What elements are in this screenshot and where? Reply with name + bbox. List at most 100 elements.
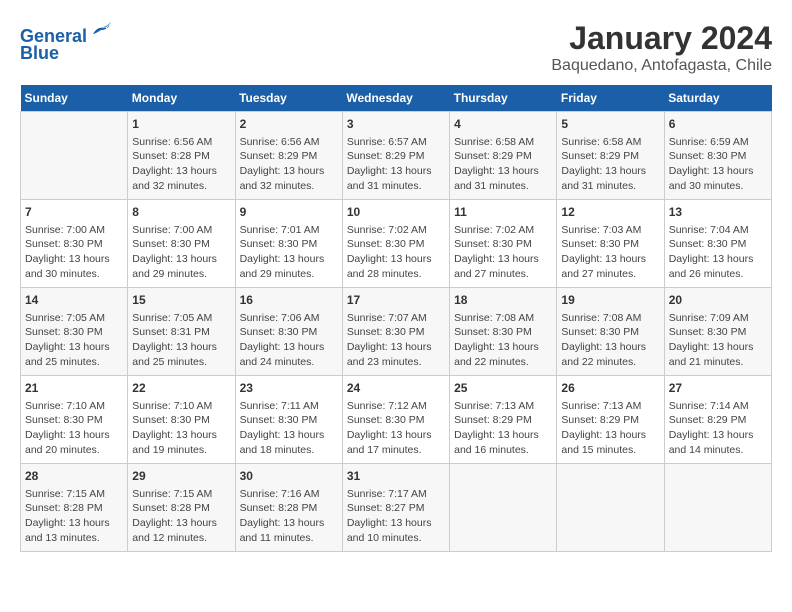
title-block: January 2024 Baquedano, Antofagasta, Chi… [551,20,772,75]
day-number: 21 [25,380,123,397]
day-number: 4 [454,116,552,133]
day-info: Sunrise: 7:02 AM Sunset: 8:30 PM Dayligh… [347,223,445,282]
calendar-cell [664,464,771,552]
calendar-cell: 29 Sunrise: 7:15 AM Sunset: 8:28 PM Dayli… [128,464,235,552]
calendar-cell [557,464,664,552]
column-header-saturday: Saturday [664,85,771,112]
day-info: Sunrise: 7:13 AM Sunset: 8:29 PM Dayligh… [454,399,552,458]
calendar-cell: 24 Sunrise: 7:12 AM Sunset: 8:30 PM Dayli… [342,376,449,464]
day-number: 14 [25,292,123,309]
day-number: 31 [347,468,445,485]
calendar-cell: 9 Sunrise: 7:01 AM Sunset: 8:30 PM Daylig… [235,200,342,288]
day-info: Sunrise: 7:03 AM Sunset: 8:30 PM Dayligh… [561,223,659,282]
day-info: Sunrise: 6:59 AM Sunset: 8:30 PM Dayligh… [669,135,767,194]
calendar-cell: 4 Sunrise: 6:58 AM Sunset: 8:29 PM Daylig… [450,112,557,200]
day-number: 17 [347,292,445,309]
calendar-cell: 1Sunrise: 6:56 AM Sunset: 8:28 PM Daylig… [128,112,235,200]
day-number: 30 [240,468,338,485]
day-number: 18 [454,292,552,309]
calendar-week-5: 28 Sunrise: 7:15 AM Sunset: 8:28 PM Dayli… [21,464,772,552]
day-number: 20 [669,292,767,309]
day-number: 23 [240,380,338,397]
day-number: 6 [669,116,767,133]
calendar-cell: 26Sunrise: 7:13 AM Sunset: 8:29 PM Dayli… [557,376,664,464]
calendar-cell: 2Sunrise: 6:56 AM Sunset: 8:29 PM Daylig… [235,112,342,200]
day-number: 24 [347,380,445,397]
day-info: Sunrise: 7:10 AM Sunset: 8:30 PM Dayligh… [25,399,123,458]
day-info: Sunrise: 7:13 AM Sunset: 8:29 PM Dayligh… [561,399,659,458]
calendar-cell: 16 Sunrise: 7:06 AM Sunset: 8:30 PM Dayli… [235,288,342,376]
calendar-cell: 8 Sunrise: 7:00 AM Sunset: 8:30 PM Daylig… [128,200,235,288]
calendar-cell: 30Sunrise: 7:16 AM Sunset: 8:28 PM Dayli… [235,464,342,552]
day-number: 10 [347,204,445,221]
day-info: Sunrise: 7:08 AM Sunset: 8:30 PM Dayligh… [561,311,659,370]
day-info: Sunrise: 7:02 AM Sunset: 8:30 PM Dayligh… [454,223,552,282]
day-info: Sunrise: 7:14 AM Sunset: 8:29 PM Dayligh… [669,399,767,458]
calendar-cell [21,112,128,200]
column-header-sunday: Sunday [21,85,128,112]
day-info: Sunrise: 7:15 AM Sunset: 8:28 PM Dayligh… [132,487,230,546]
day-info: Sunrise: 7:08 AM Sunset: 8:30 PM Dayligh… [454,311,552,370]
column-header-friday: Friday [557,85,664,112]
day-info: Sunrise: 7:05 AM Sunset: 8:30 PM Dayligh… [25,311,123,370]
calendar-cell: 27 Sunrise: 7:14 AM Sunset: 8:29 PM Dayli… [664,376,771,464]
day-number: 28 [25,468,123,485]
day-number: 8 [132,204,230,221]
day-number: 25 [454,380,552,397]
calendar-body: 1Sunrise: 6:56 AM Sunset: 8:28 PM Daylig… [21,112,772,552]
day-number: 13 [669,204,767,221]
calendar-subtitle: Baquedano, Antofagasta, Chile [551,57,772,75]
day-info: Sunrise: 6:58 AM Sunset: 8:29 PM Dayligh… [454,135,552,194]
calendar-week-4: 21 Sunrise: 7:10 AM Sunset: 8:30 PM Dayli… [21,376,772,464]
calendar-cell: 28 Sunrise: 7:15 AM Sunset: 8:28 PM Dayli… [21,464,128,552]
column-header-thursday: Thursday [450,85,557,112]
calendar-cell: 20Sunrise: 7:09 AM Sunset: 8:30 PM Dayli… [664,288,771,376]
calendar-cell: 7Sunrise: 7:00 AM Sunset: 8:30 PM Daylig… [21,200,128,288]
calendar-cell: 22 Sunrise: 7:10 AM Sunset: 8:30 PM Dayli… [128,376,235,464]
day-info: Sunrise: 7:11 AM Sunset: 8:30 PM Dayligh… [240,399,338,458]
column-header-tuesday: Tuesday [235,85,342,112]
day-number: 27 [669,380,767,397]
column-header-wednesday: Wednesday [342,85,449,112]
day-info: Sunrise: 7:15 AM Sunset: 8:28 PM Dayligh… [25,487,123,546]
day-number: 29 [132,468,230,485]
calendar-cell: 6 Sunrise: 6:59 AM Sunset: 8:30 PM Daylig… [664,112,771,200]
calendar-cell: 31 Sunrise: 7:17 AM Sunset: 8:27 PM Dayli… [342,464,449,552]
calendar-title: January 2024 [551,20,772,57]
day-info: Sunrise: 7:00 AM Sunset: 8:30 PM Dayligh… [132,223,230,282]
day-info: Sunrise: 7:17 AM Sunset: 8:27 PM Dayligh… [347,487,445,546]
day-info: Sunrise: 7:06 AM Sunset: 8:30 PM Dayligh… [240,311,338,370]
calendar-cell: 10 Sunrise: 7:02 AM Sunset: 8:30 PM Dayli… [342,200,449,288]
day-info: Sunrise: 7:05 AM Sunset: 8:31 PM Dayligh… [132,311,230,370]
calendar-cell: 12 Sunrise: 7:03 AM Sunset: 8:30 PM Dayli… [557,200,664,288]
day-number: 9 [240,204,338,221]
calendar-cell: 14 Sunrise: 7:05 AM Sunset: 8:30 PM Dayli… [21,288,128,376]
calendar-table: SundayMondayTuesdayWednesdayThursdayFrid… [20,85,772,552]
calendar-header-row: SundayMondayTuesdayWednesdayThursdayFrid… [21,85,772,112]
day-info: Sunrise: 6:56 AM Sunset: 8:29 PM Dayligh… [240,135,338,194]
day-number: 22 [132,380,230,397]
day-number: 11 [454,204,552,221]
day-info: Sunrise: 7:10 AM Sunset: 8:30 PM Dayligh… [132,399,230,458]
calendar-cell: 11 Sunrise: 7:02 AM Sunset: 8:30 PM Dayli… [450,200,557,288]
day-info: Sunrise: 7:01 AM Sunset: 8:30 PM Dayligh… [240,223,338,282]
day-number: 16 [240,292,338,309]
calendar-week-1: 1Sunrise: 6:56 AM Sunset: 8:28 PM Daylig… [21,112,772,200]
page-header: General Blue January 2024 Baquedano, Ant… [20,20,772,75]
calendar-cell: 21 Sunrise: 7:10 AM Sunset: 8:30 PM Dayli… [21,376,128,464]
calendar-cell: 25 Sunrise: 7:13 AM Sunset: 8:29 PM Dayli… [450,376,557,464]
calendar-cell: 3 Sunrise: 6:57 AM Sunset: 8:29 PM Daylig… [342,112,449,200]
day-number: 12 [561,204,659,221]
day-info: Sunrise: 6:57 AM Sunset: 8:29 PM Dayligh… [347,135,445,194]
calendar-cell: 15 Sunrise: 7:05 AM Sunset: 8:31 PM Dayli… [128,288,235,376]
day-number: 15 [132,292,230,309]
day-info: Sunrise: 7:12 AM Sunset: 8:30 PM Dayligh… [347,399,445,458]
calendar-cell: 17 Sunrise: 7:07 AM Sunset: 8:30 PM Dayli… [342,288,449,376]
calendar-cell: 13 Sunrise: 7:04 AM Sunset: 8:30 PM Dayli… [664,200,771,288]
day-info: Sunrise: 7:04 AM Sunset: 8:30 PM Dayligh… [669,223,767,282]
logo: General Blue [20,20,111,64]
day-info: Sunrise: 7:07 AM Sunset: 8:30 PM Dayligh… [347,311,445,370]
day-number: 3 [347,116,445,133]
day-info: Sunrise: 7:00 AM Sunset: 8:30 PM Dayligh… [25,223,123,282]
calendar-cell: 18 Sunrise: 7:08 AM Sunset: 8:30 PM Dayli… [450,288,557,376]
